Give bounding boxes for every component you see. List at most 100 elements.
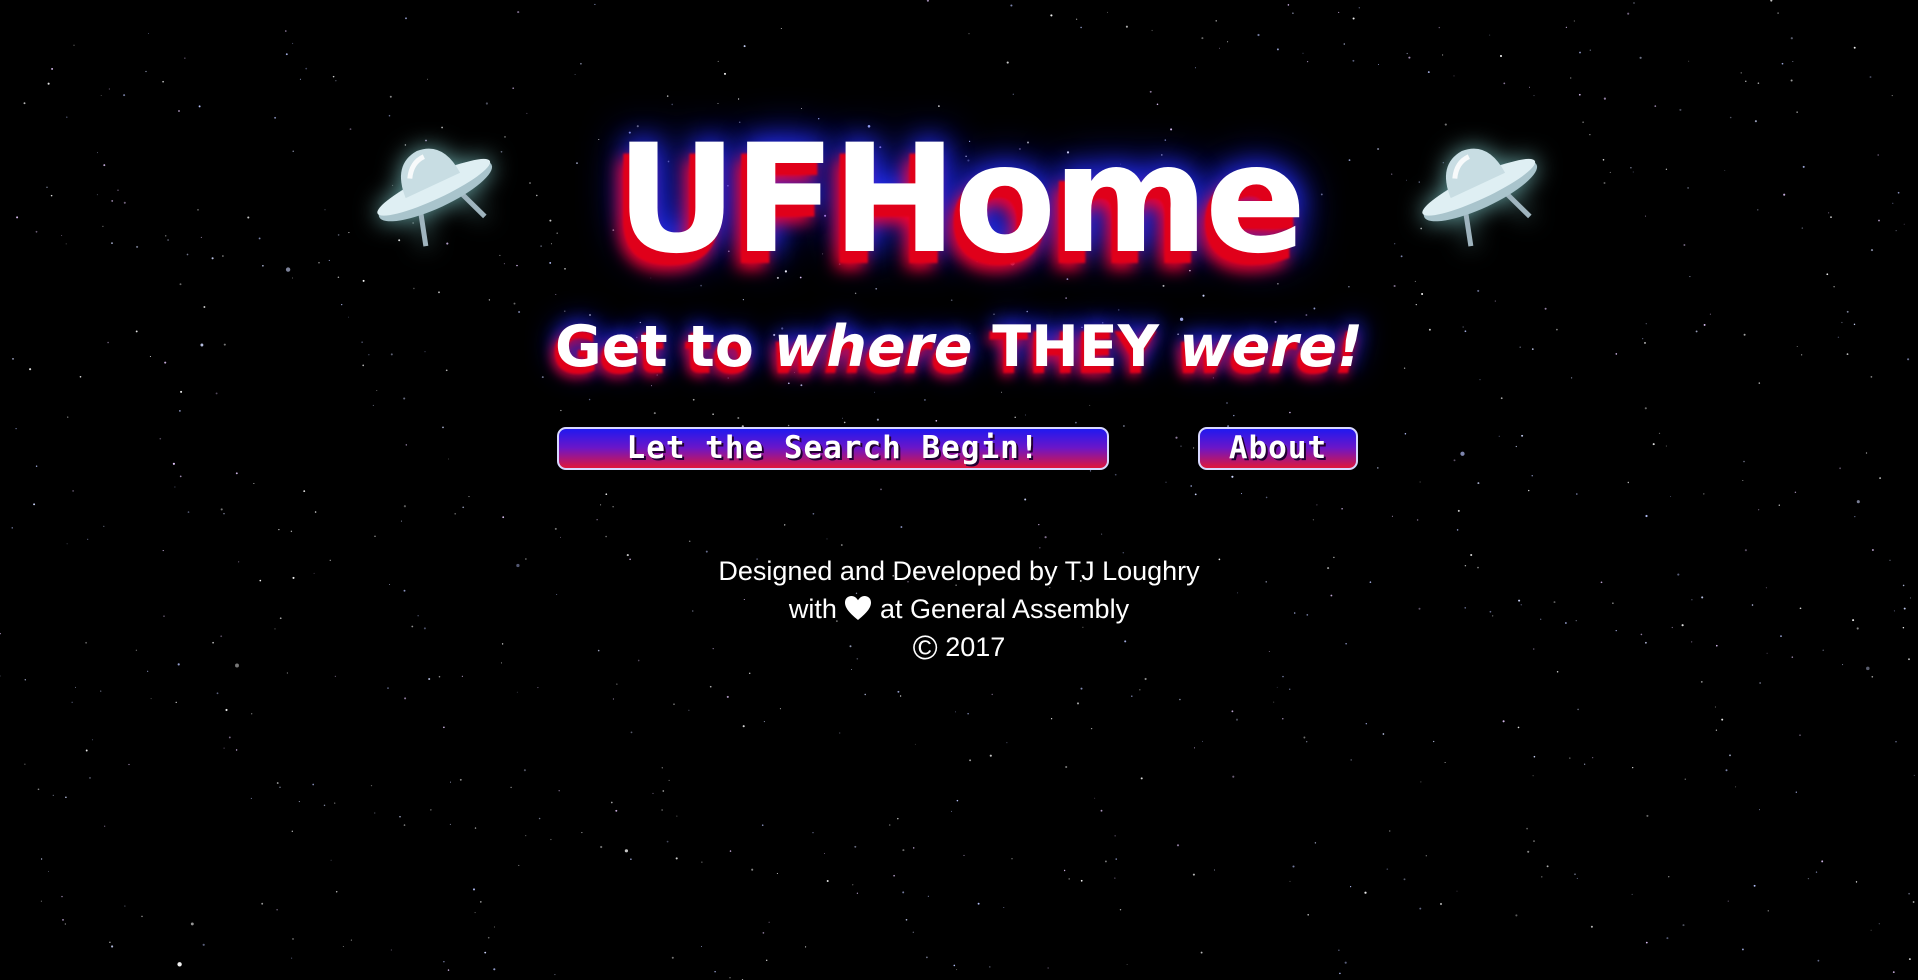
star (73, 44, 75, 46)
star (461, 675, 463, 677)
star (1403, 878, 1406, 881)
star (840, 544, 843, 546)
star (1515, 914, 1518, 917)
star (596, 519, 598, 521)
star (751, 868, 754, 871)
star (299, 78, 301, 80)
star (387, 687, 389, 689)
star (630, 731, 633, 734)
star (518, 864, 520, 866)
star (1341, 507, 1343, 510)
star (900, 526, 903, 528)
star (762, 932, 765, 934)
star (954, 711, 957, 713)
star (474, 912, 476, 914)
star (666, 840, 669, 843)
star (1654, 105, 1657, 107)
star (1790, 37, 1793, 40)
star (938, 105, 940, 107)
star (1122, 425, 1125, 427)
star (605, 493, 608, 496)
star (912, 847, 915, 849)
star (334, 675, 337, 678)
star (1287, 4, 1290, 6)
star (1544, 307, 1547, 310)
star (62, 919, 64, 921)
credits-org-text: at General Assembly (872, 594, 1130, 624)
star (1870, 929, 1872, 931)
star (1306, 60, 1309, 63)
star (1913, 774, 1915, 776)
star (1232, 775, 1235, 778)
star (1144, 677, 1147, 681)
star (1176, 844, 1180, 847)
star (52, 794, 54, 797)
star (1180, 445, 1182, 447)
star (1815, 871, 1818, 873)
star (1645, 941, 1648, 944)
star (671, 956, 674, 959)
star (162, 550, 164, 552)
star (624, 849, 629, 853)
star (1794, 491, 1797, 494)
star (89, 777, 91, 779)
star (1408, 56, 1411, 59)
star (290, 530, 293, 533)
star (1047, 967, 1049, 969)
star (1574, 873, 1576, 876)
star (1307, 914, 1309, 916)
star (162, 80, 164, 83)
star (1240, 493, 1243, 495)
star (141, 915, 143, 918)
star (1645, 514, 1648, 518)
star (1892, 971, 1895, 973)
star (729, 850, 732, 852)
star (67, 416, 69, 418)
star (717, 60, 719, 62)
star (963, 854, 965, 856)
start-search-button[interactable]: Let the Search Begin! (557, 427, 1109, 470)
star (87, 538, 89, 540)
star (1556, 671, 1559, 673)
star (1758, 382, 1761, 384)
star (630, 858, 632, 860)
star (651, 385, 652, 387)
star (335, 891, 338, 893)
star (841, 417, 843, 419)
star (779, 708, 781, 710)
star (1050, 14, 1053, 17)
star (203, 306, 206, 308)
star (1107, 11, 1108, 13)
star (1721, 718, 1724, 721)
star (374, 535, 376, 538)
star (312, 783, 315, 786)
star (1014, 416, 1016, 419)
star (1666, 937, 1669, 940)
star (1306, 741, 1308, 743)
star (403, 824, 406, 826)
star (560, 409, 562, 412)
star (1214, 869, 1215, 871)
star (1075, 421, 1077, 424)
star (784, 524, 786, 526)
star (150, 698, 152, 700)
star (1639, 56, 1642, 59)
star (493, 968, 496, 971)
star (462, 506, 465, 509)
star (175, 701, 177, 704)
star (1527, 850, 1530, 853)
star (430, 809, 432, 811)
star (574, 73, 576, 76)
star (661, 809, 663, 811)
star (65, 796, 67, 799)
star (523, 769, 526, 772)
star (1391, 515, 1393, 517)
about-button[interactable]: About (1198, 427, 1358, 470)
star (826, 880, 829, 882)
star (1807, 877, 1810, 880)
star (1006, 742, 1008, 744)
star (1740, 72, 1742, 74)
star (1193, 747, 1196, 749)
star (1094, 797, 1096, 799)
star (1090, 727, 1093, 730)
